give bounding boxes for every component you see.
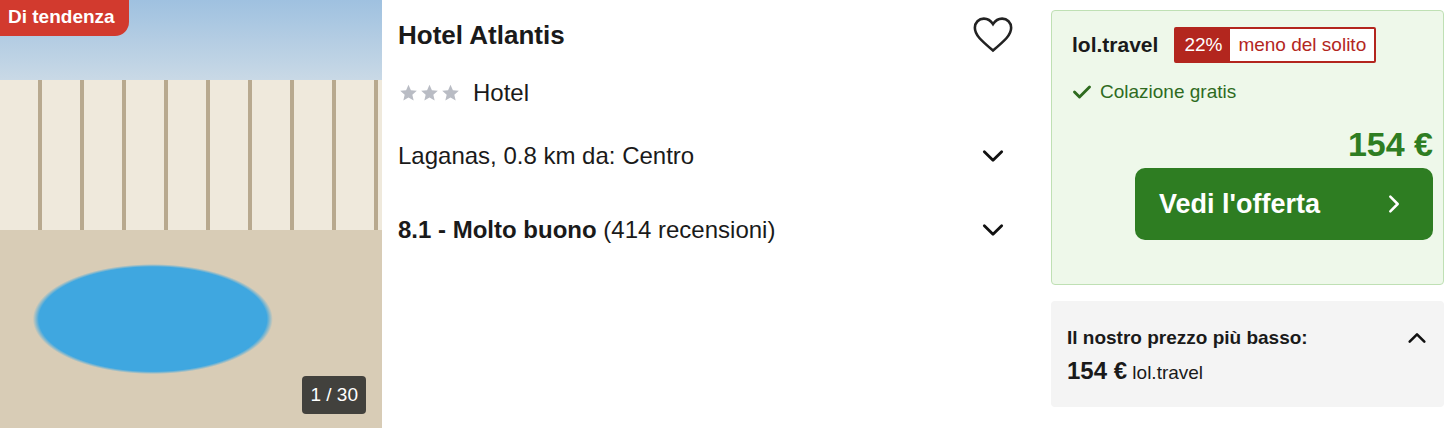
star-icon: [398, 83, 419, 103]
hotel-info: Hotel Atlantis Hotel Laganas, 0.8 km da:…: [398, 0, 1014, 428]
trending-badge: Di tendenza: [0, 0, 129, 36]
provider-name: lol.travel: [1072, 33, 1158, 57]
hotel-name[interactable]: Hotel Atlantis: [398, 20, 565, 51]
chevron-icon[interactable]: [980, 217, 1006, 243]
chevron-icon[interactable]: [1406, 327, 1428, 349]
lowest-provider: lol.travel: [1132, 362, 1203, 383]
view-offer-button[interactable]: Vedi l'offerta: [1135, 168, 1433, 240]
offer-box[interactable]: lol.travel 22%meno del solito Colazione …: [1051, 10, 1444, 285]
perk: Colazione gratis: [1072, 81, 1433, 103]
discount-badge: 22%meno del solito: [1174, 27, 1376, 63]
rating-row[interactable]: 8.1 - Molto buono (414 recensioni): [398, 215, 1014, 245]
hotel-card: Di tendenza 1 / 30 Hotel Atlantis Hotel …: [0, 0, 1452, 428]
hotel-type: Hotel: [473, 79, 529, 107]
lowest-price-label: Il nostro prezzo più basso:: [1067, 327, 1308, 349]
chevron-icon[interactable]: [980, 143, 1006, 169]
hotel-photo[interactable]: Di tendenza 1 / 30: [0, 0, 382, 428]
chevron-right-icon: [1383, 193, 1405, 215]
star-rating: [398, 83, 461, 103]
lowest-price-box[interactable]: Il nostro prezzo più basso: 154 € lol.tr…: [1051, 301, 1444, 407]
offer-price: 154 €: [1072, 125, 1433, 164]
star-icon: [440, 83, 461, 103]
price-column: lol.travel 22%meno del solito Colazione …: [1051, 0, 1444, 428]
star-icon: [419, 83, 440, 103]
heart-icon[interactable]: [972, 16, 1014, 54]
check-icon: [1072, 82, 1092, 102]
photo-counter: 1 / 30: [302, 376, 366, 414]
lowest-price: 154 €: [1067, 357, 1127, 384]
location-row[interactable]: Laganas, 0.8 km da: Centro: [398, 141, 1014, 171]
